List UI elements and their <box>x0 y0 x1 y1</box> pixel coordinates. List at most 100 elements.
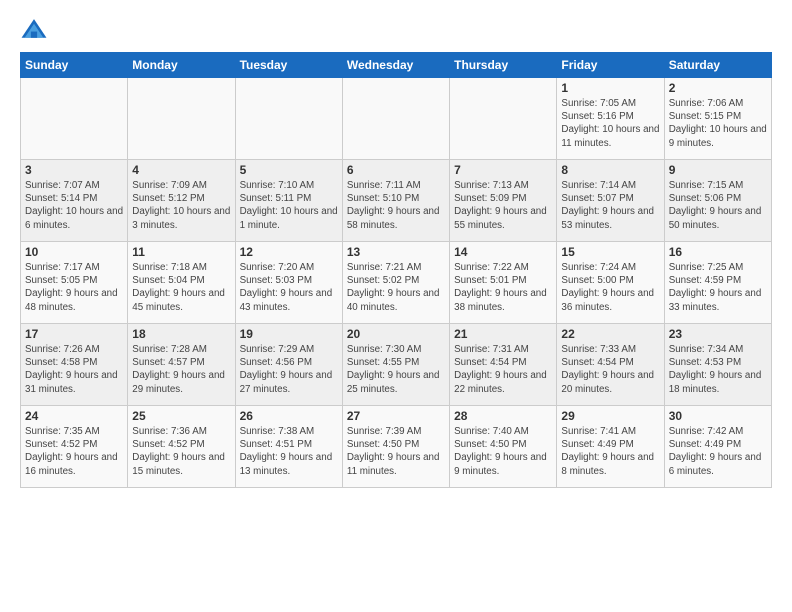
day-info: Sunrise: 7:29 AM Sunset: 4:56 PM Dayligh… <box>240 343 338 396</box>
day-info: Sunrise: 7:13 AM Sunset: 5:09 PM Dayligh… <box>454 179 552 232</box>
day-cell: 20Sunrise: 7:30 AM Sunset: 4:55 PM Dayli… <box>342 324 449 406</box>
day-cell: 2Sunrise: 7:06 AM Sunset: 5:15 PM Daylig… <box>664 78 771 160</box>
day-number: 14 <box>454 245 552 259</box>
day-cell: 24 Sunrise: 7:35 AM Sunset: 4:52 PM Dayli… <box>21 406 128 488</box>
week-row-1: 3 Sunrise: 7:07 AM Sunset: 5:14 PM Daylig… <box>21 160 772 242</box>
logo <box>20 16 52 44</box>
day-number: 24 <box>25 409 123 423</box>
day-info: Sunrise: 7:22 AM Sunset: 5:01 PM Dayligh… <box>454 261 552 314</box>
day-cell <box>21 78 128 160</box>
weekday-header-thursday: Thursday <box>450 53 557 78</box>
week-row-0: 1 Sunrise: 7:05 AM Sunset: 5:16 PM Daylig… <box>21 78 772 160</box>
day-cell: 23Sunrise: 7:34 AM Sunset: 4:53 PM Dayli… <box>664 324 771 406</box>
day-info: Sunrise: 7:14 AM Sunset: 5:07 PM Dayligh… <box>561 179 659 232</box>
weekday-header-saturday: Saturday <box>664 53 771 78</box>
day-cell: 29 Sunrise: 7:41 AM Sunset: 4:49 PM Dayli… <box>557 406 664 488</box>
day-number: 22 <box>561 327 659 341</box>
day-number: 5 <box>240 163 338 177</box>
day-cell: 13Sunrise: 7:21 AM Sunset: 5:02 PM Dayli… <box>342 242 449 324</box>
day-info: Sunrise: 7:28 AM Sunset: 4:57 PM Dayligh… <box>132 343 230 396</box>
day-info: Sunrise: 7:25 AM Sunset: 4:59 PM Dayligh… <box>669 261 767 314</box>
day-cell: 11Sunrise: 7:18 AM Sunset: 5:04 PM Dayli… <box>128 242 235 324</box>
weekday-header-friday: Friday <box>557 53 664 78</box>
day-number: 26 <box>240 409 338 423</box>
day-info: Sunrise: 7:26 AM Sunset: 4:58 PM Dayligh… <box>25 343 123 396</box>
day-cell <box>342 78 449 160</box>
calendar-table: SundayMondayTuesdayWednesdayThursdayFrid… <box>20 52 772 488</box>
day-info: Sunrise: 7:18 AM Sunset: 5:04 PM Dayligh… <box>132 261 230 314</box>
day-number: 16 <box>669 245 767 259</box>
day-cell: 6 Sunrise: 7:11 AM Sunset: 5:10 PM Daylig… <box>342 160 449 242</box>
day-number: 1 <box>561 81 659 95</box>
day-info: Sunrise: 7:05 AM Sunset: 5:16 PM Dayligh… <box>561 97 659 150</box>
day-cell: 12Sunrise: 7:20 AM Sunset: 5:03 PM Dayli… <box>235 242 342 324</box>
day-cell: 7 Sunrise: 7:13 AM Sunset: 5:09 PM Daylig… <box>450 160 557 242</box>
day-number: 19 <box>240 327 338 341</box>
day-info: Sunrise: 7:40 AM Sunset: 4:50 PM Dayligh… <box>454 425 552 478</box>
day-cell: 1 Sunrise: 7:05 AM Sunset: 5:16 PM Daylig… <box>557 78 664 160</box>
day-number: 9 <box>669 163 767 177</box>
day-cell: 18 Sunrise: 7:28 AM Sunset: 4:57 PM Dayli… <box>128 324 235 406</box>
logo-icon <box>20 16 48 44</box>
day-info: Sunrise: 7:30 AM Sunset: 4:55 PM Dayligh… <box>347 343 445 396</box>
day-info: Sunrise: 7:06 AM Sunset: 5:15 PM Dayligh… <box>669 97 767 150</box>
day-cell: 28Sunrise: 7:40 AM Sunset: 4:50 PM Dayli… <box>450 406 557 488</box>
day-info: Sunrise: 7:09 AM Sunset: 5:12 PM Dayligh… <box>132 179 230 232</box>
day-info: Sunrise: 7:11 AM Sunset: 5:10 PM Dayligh… <box>347 179 445 232</box>
day-info: Sunrise: 7:20 AM Sunset: 5:03 PM Dayligh… <box>240 261 338 314</box>
day-number: 7 <box>454 163 552 177</box>
day-cell: 25 Sunrise: 7:36 AM Sunset: 4:52 PM Dayli… <box>128 406 235 488</box>
day-cell: 8 Sunrise: 7:14 AM Sunset: 5:07 PM Daylig… <box>557 160 664 242</box>
day-cell: 22Sunrise: 7:33 AM Sunset: 4:54 PM Dayli… <box>557 324 664 406</box>
day-cell: 10Sunrise: 7:17 AM Sunset: 5:05 PM Dayli… <box>21 242 128 324</box>
day-number: 21 <box>454 327 552 341</box>
day-cell: 30 Sunrise: 7:42 AM Sunset: 4:49 PM Dayli… <box>664 406 771 488</box>
day-number: 25 <box>132 409 230 423</box>
day-cell: 3 Sunrise: 7:07 AM Sunset: 5:14 PM Daylig… <box>21 160 128 242</box>
day-number: 15 <box>561 245 659 259</box>
day-info: Sunrise: 7:36 AM Sunset: 4:52 PM Dayligh… <box>132 425 230 478</box>
day-info: Sunrise: 7:42 AM Sunset: 4:49 PM Dayligh… <box>669 425 767 478</box>
day-number: 3 <box>25 163 123 177</box>
week-row-3: 17 Sunrise: 7:26 AM Sunset: 4:58 PM Dayli… <box>21 324 772 406</box>
day-number: 8 <box>561 163 659 177</box>
day-cell: 21 Sunrise: 7:31 AM Sunset: 4:54 PM Dayli… <box>450 324 557 406</box>
day-cell: 5Sunrise: 7:10 AM Sunset: 5:11 PM Daylig… <box>235 160 342 242</box>
page: SundayMondayTuesdayWednesdayThursdayFrid… <box>0 0 792 498</box>
day-info: Sunrise: 7:35 AM Sunset: 4:52 PM Dayligh… <box>25 425 123 478</box>
day-number: 4 <box>132 163 230 177</box>
day-info: Sunrise: 7:24 AM Sunset: 5:00 PM Dayligh… <box>561 261 659 314</box>
day-cell <box>450 78 557 160</box>
day-cell <box>128 78 235 160</box>
day-number: 29 <box>561 409 659 423</box>
day-cell: 16 Sunrise: 7:25 AM Sunset: 4:59 PM Dayli… <box>664 242 771 324</box>
header <box>20 16 772 44</box>
day-cell: 9Sunrise: 7:15 AM Sunset: 5:06 PM Daylig… <box>664 160 771 242</box>
day-cell: 17 Sunrise: 7:26 AM Sunset: 4:58 PM Dayli… <box>21 324 128 406</box>
day-info: Sunrise: 7:21 AM Sunset: 5:02 PM Dayligh… <box>347 261 445 314</box>
day-cell: 4 Sunrise: 7:09 AM Sunset: 5:12 PM Daylig… <box>128 160 235 242</box>
calendar-header: SundayMondayTuesdayWednesdayThursdayFrid… <box>21 53 772 78</box>
day-number: 30 <box>669 409 767 423</box>
weekday-header-tuesday: Tuesday <box>235 53 342 78</box>
week-row-2: 10Sunrise: 7:17 AM Sunset: 5:05 PM Dayli… <box>21 242 772 324</box>
day-cell: 27Sunrise: 7:39 AM Sunset: 4:50 PM Dayli… <box>342 406 449 488</box>
day-number: 23 <box>669 327 767 341</box>
day-cell: 15 Sunrise: 7:24 AM Sunset: 5:00 PM Dayli… <box>557 242 664 324</box>
calendar-body: 1 Sunrise: 7:05 AM Sunset: 5:16 PM Daylig… <box>21 78 772 488</box>
day-number: 18 <box>132 327 230 341</box>
day-number: 17 <box>25 327 123 341</box>
day-cell <box>235 78 342 160</box>
day-info: Sunrise: 7:41 AM Sunset: 4:49 PM Dayligh… <box>561 425 659 478</box>
weekday-header-sunday: Sunday <box>21 53 128 78</box>
day-cell: 26 Sunrise: 7:38 AM Sunset: 4:51 PM Dayli… <box>235 406 342 488</box>
day-info: Sunrise: 7:38 AM Sunset: 4:51 PM Dayligh… <box>240 425 338 478</box>
day-info: Sunrise: 7:31 AM Sunset: 4:54 PM Dayligh… <box>454 343 552 396</box>
day-number: 6 <box>347 163 445 177</box>
weekday-header-wednesday: Wednesday <box>342 53 449 78</box>
week-row-4: 24 Sunrise: 7:35 AM Sunset: 4:52 PM Dayli… <box>21 406 772 488</box>
day-cell: 14 Sunrise: 7:22 AM Sunset: 5:01 PM Dayli… <box>450 242 557 324</box>
day-info: Sunrise: 7:17 AM Sunset: 5:05 PM Dayligh… <box>25 261 123 314</box>
day-info: Sunrise: 7:39 AM Sunset: 4:50 PM Dayligh… <box>347 425 445 478</box>
day-info: Sunrise: 7:07 AM Sunset: 5:14 PM Dayligh… <box>25 179 123 232</box>
